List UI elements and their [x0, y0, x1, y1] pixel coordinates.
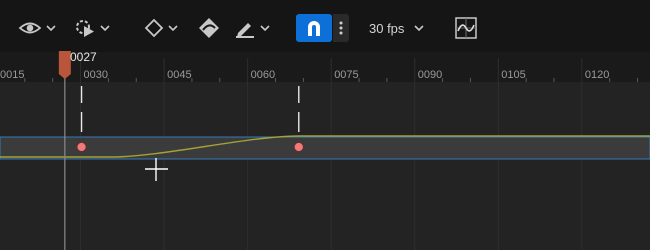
ruler-tick-label: 0120: [585, 69, 609, 81]
keyframe-dot: [293, 142, 304, 152]
ruler-tick-label: 0060: [251, 69, 275, 81]
keyframe-dot: [76, 142, 87, 152]
ruler-tick-label: 0105: [501, 69, 525, 81]
track-band: [0, 136, 650, 160]
ruler-tick-label: 0090: [418, 69, 442, 81]
playhead-frame-label: 0027: [70, 50, 97, 64]
timeline-canvas[interactable]: 0015 0030 0045 0060 0075 0090 0105 0120: [0, 0, 650, 250]
ruler-tick-label: 0045: [167, 69, 191, 81]
ruler-tick-label: 0075: [334, 69, 358, 81]
ruler-tick-label: 0030: [84, 69, 108, 81]
ruler-tick-label: 0015: [0, 69, 24, 81]
